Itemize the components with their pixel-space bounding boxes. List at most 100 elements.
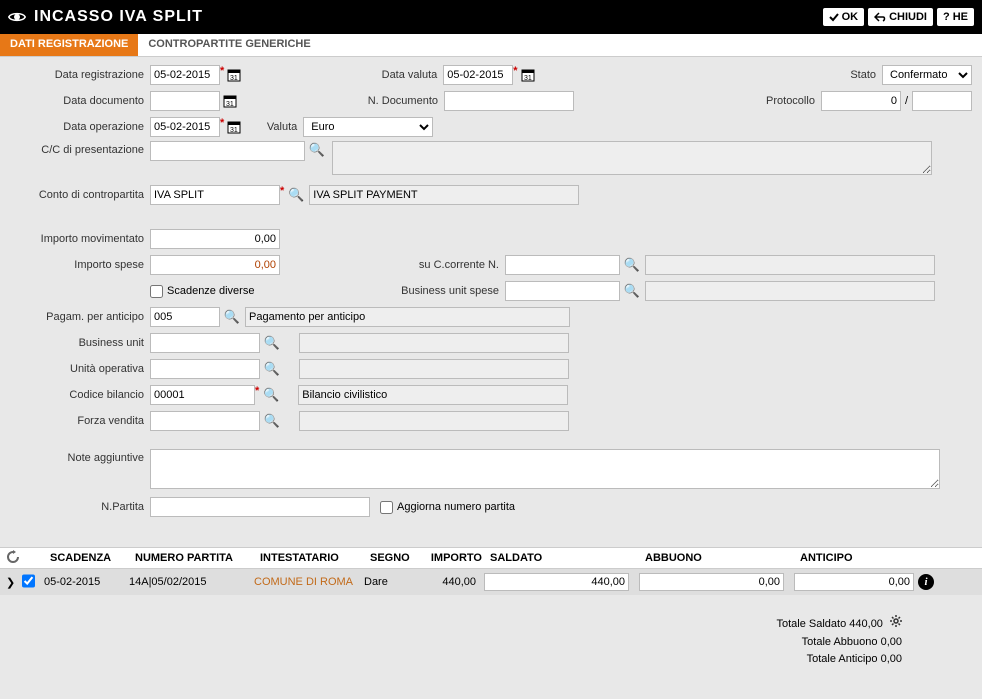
checkbox-aggiorna-numero-partita[interactable] xyxy=(380,501,393,514)
label-stato: Stato xyxy=(822,69,882,81)
input-forza-vendita-code[interactable] xyxy=(150,411,260,431)
calendar-icon-data-documento[interactable]: 31 xyxy=(221,92,239,110)
row-checkbox[interactable] xyxy=(22,572,35,590)
reload-icon[interactable] xyxy=(6,550,24,567)
total-abbuono-value: 0,00 xyxy=(881,636,902,648)
search-icon-forza-vendita[interactable]: 🔍 xyxy=(263,412,281,430)
label-pagam-anticipo: Pagam. per anticipo xyxy=(0,311,150,323)
input-bu-spese-code[interactable] xyxy=(505,281,620,301)
svg-text:31: 31 xyxy=(230,127,238,134)
label-importo-spese: Importo spese xyxy=(0,259,150,271)
ok-button[interactable]: OK xyxy=(823,8,865,26)
label-su-ccorrente: su C.corrente N. xyxy=(280,259,505,271)
label-forza-vendita: Forza vendita xyxy=(0,415,150,427)
label-codice-bilancio: Codice bilancio xyxy=(0,389,150,401)
tab-contropartite-generiche[interactable]: CONTROPARTITE GENERICHE xyxy=(138,34,320,56)
input-data-valuta[interactable] xyxy=(443,65,513,85)
cell-segno: Dare xyxy=(360,574,410,590)
tab-dati-registrazione[interactable]: DATI REGISTRAZIONE xyxy=(0,34,138,56)
input-business-unit-code[interactable] xyxy=(150,333,260,353)
table-row: ❯ 05-02-2015 14A|05/02/2015 COMUNE DI RO… xyxy=(0,569,982,595)
cell-numero-partita: 14A|05/02/2015 xyxy=(125,574,250,590)
input-unita-operativa-code[interactable] xyxy=(150,359,260,379)
select-stato[interactable]: Confermato xyxy=(882,65,972,85)
col-header-scadenza[interactable]: SCADENZA xyxy=(46,550,131,566)
search-icon-unita-operativa[interactable]: 🔍 xyxy=(263,360,281,378)
desc-pagam-anticipo xyxy=(245,307,570,327)
label-cc-presentazione: C/C di presentazione xyxy=(0,141,150,156)
chiudi-button[interactable]: CHIUDI xyxy=(868,8,933,26)
desc-forza-vendita xyxy=(299,411,569,431)
undo-icon xyxy=(874,12,886,22)
total-saldato-label: Totale Saldato xyxy=(777,618,847,630)
label-scadenze-diverse: Scadenze diverse xyxy=(167,285,254,297)
total-anticipo-value: 0,00 xyxy=(881,653,902,665)
eye-icon xyxy=(8,11,26,23)
input-data-registrazione[interactable] xyxy=(150,65,220,85)
label-business-unit: Business unit xyxy=(0,337,150,349)
input-importo-movimentato[interactable] xyxy=(150,229,280,249)
col-header-intestatario[interactable]: INTESTATARIO xyxy=(256,550,366,566)
form-area: Data registrazione * 31 Data valuta * 31… xyxy=(0,57,982,527)
input-cc-presentazione[interactable] xyxy=(150,141,305,161)
calendar-icon-data-valuta[interactable]: 31 xyxy=(519,66,537,84)
gear-icon[interactable] xyxy=(890,615,902,634)
svg-text:31: 31 xyxy=(226,101,234,108)
input-anticipo[interactable] xyxy=(794,573,914,591)
input-n-partita[interactable] xyxy=(150,497,370,517)
totals: Totale Saldato 440,00 Totale Abbuono 0,0… xyxy=(0,615,982,669)
input-importo-spese[interactable] xyxy=(150,255,280,275)
desc-cc-presentazione xyxy=(332,141,932,175)
input-protocollo-a[interactable] xyxy=(821,91,901,111)
label-note-aggiuntive: Note aggiuntive xyxy=(0,449,150,464)
select-valuta[interactable]: Euro xyxy=(303,117,433,137)
col-header-abbuono[interactable]: ABBUONO xyxy=(641,550,796,566)
total-anticipo-label: Totale Anticipo xyxy=(807,653,878,665)
col-header-segno[interactable]: SEGNO xyxy=(366,550,416,566)
search-icon-codice-bilancio[interactable]: 🔍 xyxy=(262,386,280,404)
label-data-registrazione: Data registrazione xyxy=(0,69,150,81)
input-pagam-anticipo-code[interactable] xyxy=(150,307,220,327)
search-icon-business-unit[interactable]: 🔍 xyxy=(263,334,281,352)
label-n-documento: N. Documento xyxy=(239,95,444,107)
protocollo-sep: / xyxy=(901,95,912,107)
search-icon-bu-spese[interactable]: 🔍 xyxy=(623,282,641,300)
input-conto-contropartita[interactable] xyxy=(150,185,280,205)
total-saldato-value: 440,00 xyxy=(849,618,883,630)
label-data-valuta: Data valuta xyxy=(243,69,443,81)
help-button[interactable]: ? HE xyxy=(937,8,974,26)
search-icon-su-ccorrente[interactable]: 🔍 xyxy=(623,256,641,274)
col-header-numero-partita[interactable]: NUMERO PARTITA xyxy=(131,550,256,566)
col-header-importo[interactable]: IMPORTO xyxy=(416,550,486,566)
label-importo-movimentato: Importo movimentato xyxy=(0,233,150,245)
cell-intestatario[interactable]: COMUNE DI ROMA xyxy=(250,574,360,590)
textarea-note-aggiuntive[interactable] xyxy=(150,449,940,489)
he-label: HE xyxy=(953,11,968,23)
search-icon-conto-contropartita[interactable]: 🔍 xyxy=(287,186,305,204)
col-header-anticipo[interactable]: ANTICIPO xyxy=(796,550,946,566)
input-data-documento[interactable] xyxy=(150,91,220,111)
input-codice-bilancio-code[interactable] xyxy=(150,385,255,405)
page-title: INCASSO IVA SPLIT xyxy=(34,8,823,26)
desc-bu-spese xyxy=(645,281,935,301)
checkbox-scadenze-diverse[interactable] xyxy=(150,285,163,298)
label-valuta: Valuta xyxy=(243,121,303,133)
cell-scadenza: 05-02-2015 xyxy=(40,574,125,590)
search-icon-pagam-anticipo[interactable]: 🔍 xyxy=(223,308,241,326)
label-aggiorna-numero-partita: Aggiorna numero partita xyxy=(397,501,515,513)
col-header-saldato[interactable]: SALDATO xyxy=(486,550,641,566)
row-expand-icon[interactable]: ❯ xyxy=(6,576,18,589)
input-saldato[interactable] xyxy=(484,573,629,591)
desc-su-ccorrente xyxy=(645,255,935,275)
calendar-icon-data-registrazione[interactable]: 31 xyxy=(225,66,243,84)
input-protocollo-b[interactable] xyxy=(912,91,972,111)
search-icon-cc-presentazione[interactable]: 🔍 xyxy=(308,141,326,159)
input-abbuono[interactable] xyxy=(639,573,784,591)
total-abbuono-label: Totale Abbuono xyxy=(802,636,878,648)
desc-codice-bilancio xyxy=(298,385,568,405)
input-n-documento[interactable] xyxy=(444,91,574,111)
input-data-operazione[interactable] xyxy=(150,117,220,137)
calendar-icon-data-operazione[interactable]: 31 xyxy=(225,118,243,136)
info-icon[interactable]: i xyxy=(918,574,934,590)
input-su-ccorrente-code[interactable] xyxy=(505,255,620,275)
